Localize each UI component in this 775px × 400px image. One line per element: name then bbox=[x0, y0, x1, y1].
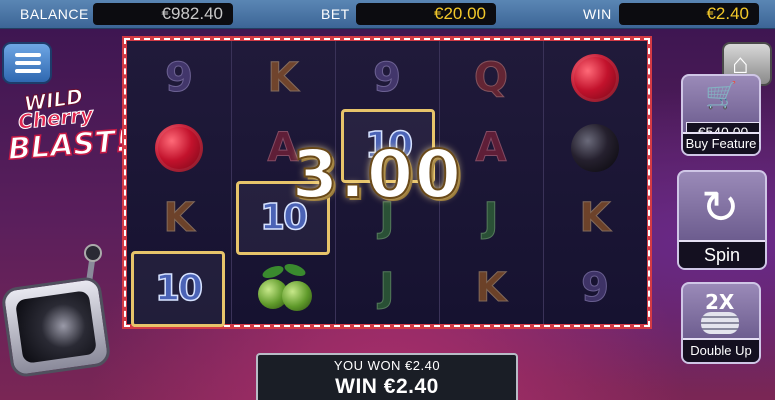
win-panel: YOU WON €2.40 WIN €2.40 bbox=[256, 353, 518, 400]
balance-value: €982.40 bbox=[93, 3, 233, 25]
symbol-text: K bbox=[163, 195, 195, 241]
spin-icon: ↻ bbox=[701, 180, 740, 234]
bet-value: €20.00 bbox=[356, 3, 496, 25]
game-logo: WILD Cherry BLAST! bbox=[4, 84, 131, 168]
bet-label: BET bbox=[321, 6, 350, 22]
leaf-shape bbox=[260, 263, 286, 281]
double-up-label: Double Up bbox=[683, 338, 759, 362]
double-up-button[interactable]: 2X Double Up bbox=[681, 282, 761, 364]
spin-label: Spin bbox=[679, 240, 765, 268]
symbol-K: K bbox=[439, 253, 543, 323]
symbol-Q: Q bbox=[439, 43, 543, 113]
buy-feature-label: Buy Feature bbox=[683, 132, 759, 154]
symbol-text: J bbox=[483, 195, 499, 241]
hamburger-icon-bar bbox=[15, 53, 41, 57]
symbol-9: 9 bbox=[335, 43, 439, 113]
leaf-shape bbox=[282, 261, 308, 279]
buy-feature-button[interactable]: 🛒 €540.00 Buy Feature bbox=[681, 74, 761, 156]
symbol-K: K bbox=[231, 43, 335, 113]
symbol-text: J bbox=[379, 265, 395, 311]
symbol-text: 9 bbox=[581, 265, 610, 311]
tv-screen bbox=[14, 290, 98, 364]
win-value: €2.40 bbox=[619, 3, 759, 25]
symbol-text: 10 bbox=[154, 268, 204, 309]
gamble-tv-button[interactable] bbox=[0, 275, 112, 379]
symbol-text: Q bbox=[473, 55, 508, 101]
symbol-K: K bbox=[543, 183, 647, 253]
symbol-text: K bbox=[579, 195, 611, 241]
reel-1: 9 K 10 bbox=[127, 41, 232, 327]
symbol-text: 9 bbox=[373, 55, 402, 101]
raspberry-symbol bbox=[571, 54, 619, 102]
win-amount-overlay: 3.00 bbox=[291, 135, 463, 214]
hamburger-icon-bar bbox=[15, 69, 41, 73]
double-icon: 2X bbox=[705, 290, 735, 314]
symbol-9: 9 bbox=[127, 43, 231, 113]
spin-button[interactable]: ↻ Spin bbox=[677, 170, 767, 270]
gooseberry-icon bbox=[231, 255, 335, 325]
you-won-text: YOU WON €2.40 bbox=[333, 358, 441, 373]
gooseberry-symbol bbox=[248, 261, 318, 315]
menu-button[interactable] bbox=[2, 42, 52, 84]
symbol-10-winning: 10 bbox=[131, 251, 225, 327]
blackberry-icon bbox=[543, 113, 647, 183]
raspberry-symbol bbox=[155, 124, 203, 172]
logo-blast: BLAST! bbox=[6, 123, 131, 168]
top-bar: BALANCE €982.40 BET €20.00 WIN €2.40 bbox=[0, 0, 775, 29]
hamburger-icon-bar bbox=[15, 61, 41, 65]
symbol-text: K bbox=[267, 55, 299, 101]
win-label: WIN bbox=[583, 6, 612, 22]
balance-label: BALANCE bbox=[20, 6, 89, 22]
raspberry-icon bbox=[127, 113, 231, 183]
reel-5: K 9 bbox=[543, 41, 647, 324]
tv-antenna-knob bbox=[84, 244, 102, 262]
symbol-K: K bbox=[127, 183, 231, 253]
symbol-9: 9 bbox=[543, 253, 647, 323]
symbol-text: A bbox=[475, 125, 507, 171]
cart-icon: 🛒 bbox=[705, 80, 738, 110]
symbol-J: J bbox=[335, 253, 439, 323]
coins-icon bbox=[701, 312, 739, 334]
symbol-text: K bbox=[475, 265, 507, 311]
win-total-text: WIN €2.40 bbox=[335, 375, 439, 398]
raspberry-icon bbox=[543, 43, 647, 113]
symbol-text: 9 bbox=[165, 55, 194, 101]
blackberry-symbol bbox=[571, 124, 619, 172]
gooseberry-shape bbox=[282, 281, 312, 311]
